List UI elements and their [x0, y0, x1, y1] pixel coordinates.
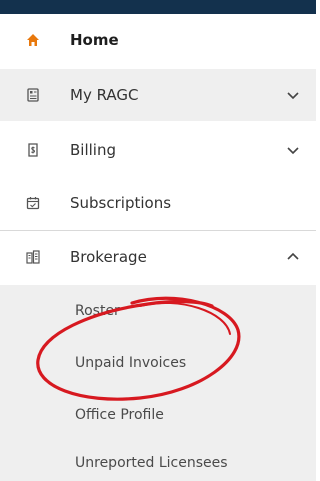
sidebar-subitem-label: Unpaid Invoices — [75, 355, 187, 371]
sidebar-item-home[interactable]: Home — [0, 14, 316, 66]
sidebar-subitem-unreported-licensees[interactable]: Unreported Licensees — [0, 441, 316, 481]
top-header-bar — [0, 0, 316, 14]
sidebar-nav: Home My RAGC Billing Subscriptions Broke… — [0, 14, 316, 481]
sidebar-item-billing[interactable]: Billing — [0, 124, 316, 176]
sidebar-item-subscriptions[interactable]: Subscriptions — [0, 177, 316, 229]
sidebar-subitem-roster[interactable]: Roster — [0, 285, 316, 337]
sidebar-subitem-label: Office Profile — [75, 407, 164, 423]
sidebar-item-brokerage[interactable]: Brokerage — [0, 231, 316, 283]
calendar-check-icon — [26, 197, 40, 210]
sidebar-item-label: Billing — [70, 141, 116, 159]
sidebar-subitem-label: Unreported Licensees — [75, 455, 228, 471]
sidebar-item-my-ragc[interactable]: My RAGC — [0, 69, 316, 121]
sidebar-item-label: Home — [70, 31, 119, 49]
invoice-icon — [28, 143, 38, 157]
sidebar-item-label: Subscriptions — [70, 194, 172, 212]
sidebar-item-label: Brokerage — [70, 248, 147, 266]
home-icon — [27, 34, 39, 46]
chevron-down-icon[interactable] — [286, 145, 300, 155]
chevron-up-icon[interactable] — [286, 252, 300, 262]
sidebar-subitem-unpaid-invoices[interactable]: Unpaid Invoices — [0, 337, 316, 389]
sidebar-item-label: My RAGC — [70, 86, 139, 104]
id-card-icon — [27, 88, 39, 102]
chevron-down-icon[interactable] — [286, 90, 300, 100]
sidebar-subitem-office-profile[interactable]: Office Profile — [0, 389, 316, 441]
building-icon — [26, 250, 40, 264]
sidebar-subitem-label: Roster — [75, 303, 120, 319]
